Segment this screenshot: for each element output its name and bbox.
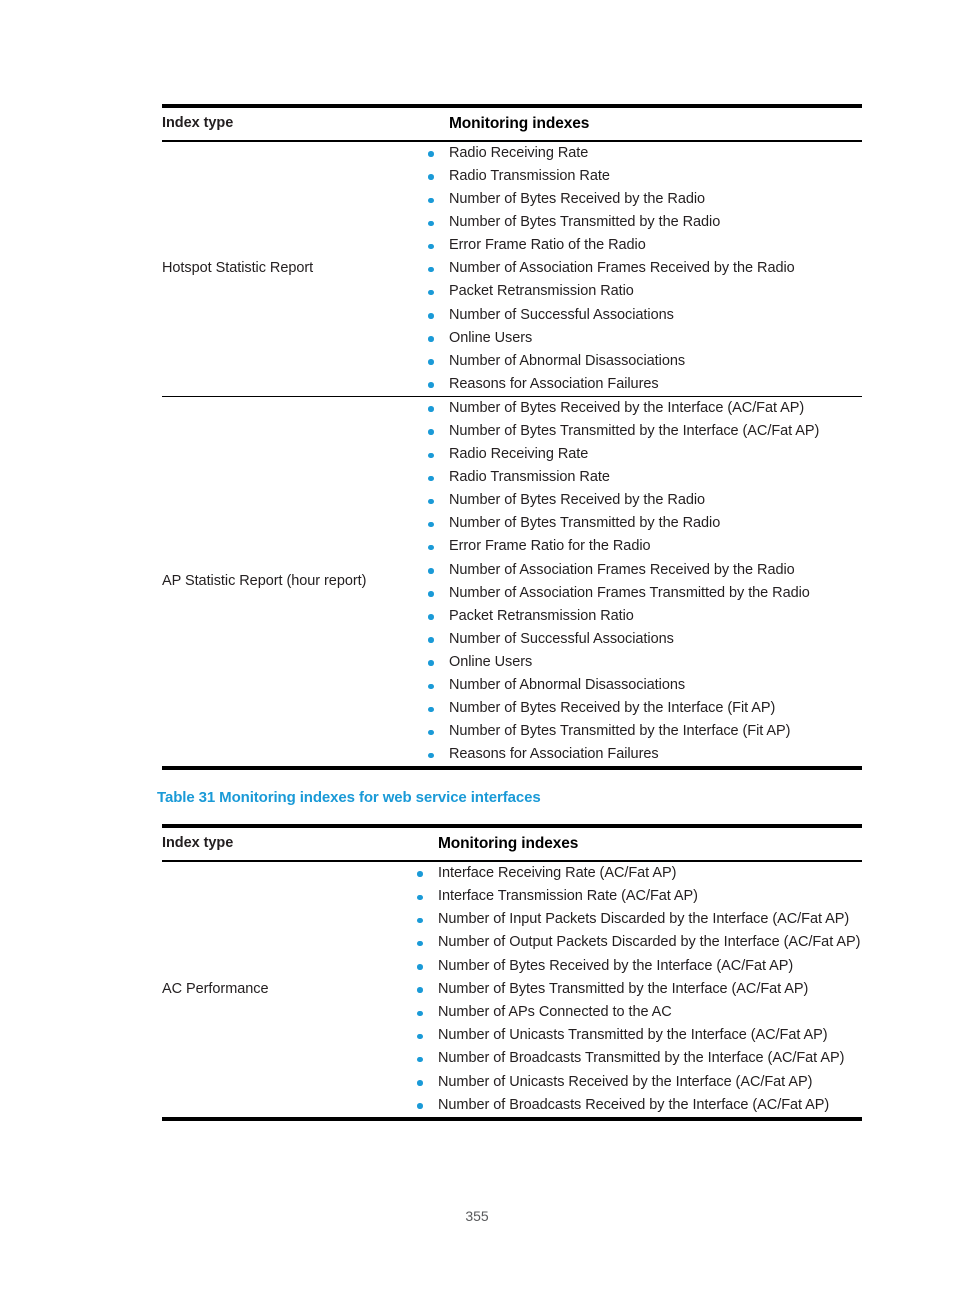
monitoring-index-item: Number of Abnormal Disassociations [410,350,862,373]
table-row: AP Statistic Report (hour report) Number… [162,396,862,769]
monitoring-index-item: Interface Transmission Rate (AC/Fat AP) [410,885,862,908]
monitoring-index-item: Number of Bytes Received by the Radio [410,489,862,512]
monitoring-index-item: Number of Bytes Transmitted by the Radio [410,211,862,234]
monitoring-index-item: Number of Bytes Transmitted by the Inter… [410,720,862,743]
column-header-monitoring-indexes: Monitoring indexes [438,834,579,852]
monitoring-indexes-cell: Radio Receiving Rate Radio Transmission R… [410,141,862,397]
monitoring-index-item: Number of Abnormal Disassociations [410,674,862,697]
index-type-cell: Hotspot Statistic Report [162,260,314,277]
monitoring-index-item: Radio Receiving Rate [410,142,862,165]
monitoring-index-item: Number of Successful Associations [410,628,862,651]
monitoring-index-item: Number of Broadcasts Transmitted by the … [410,1047,862,1070]
column-header-index-type: Index type [162,115,234,131]
monitoring-index-list: Number of Bytes Received by the Interfac… [410,397,862,767]
monitoring-index-item: Number of Bytes Received by the Interfac… [410,397,862,420]
index-type-cell: AC Performance [162,981,269,998]
monitoring-index-item: Interface Receiving Rate (AC/Fat AP) [410,862,862,885]
monitoring-index-item: Reasons for Association Failures [410,743,862,766]
monitoring-index-list: Interface Receiving Rate (AC/Fat AP) Inte… [410,862,862,1117]
monitoring-index-item: Online Users [410,651,862,674]
monitoring-index-item: Number of Bytes Transmitted by the Radio [410,512,862,535]
table-caption: Table 31 Monitoring indexes for web serv… [157,789,541,806]
monitoring-index-item: Reasons for Association Failures [410,373,862,396]
monitoring-index-item: Number of Bytes Transmitted by the Inter… [410,978,862,1001]
monitoring-index-item: Online Users [410,327,862,350]
monitoring-index-item: Number of Output Packets Discarded by th… [410,931,862,954]
monitoring-index-item: Number of Association Frames Received by… [410,257,862,280]
monitoring-index-item: Number of Bytes Transmitted by the Inter… [410,420,862,443]
monitoring-index-item: Number of Unicasts Received by the Inter… [410,1071,862,1094]
monitoring-indexes-cell: Number of Bytes Received by the Interfac… [410,396,862,768]
table-header-row: Index type Monitoring indexes [162,106,862,141]
monitoring-index-item: Radio Receiving Rate [410,443,862,466]
column-header-index-type: Index type [162,835,234,851]
web-service-interfaces-table: Index type Monitoring indexes AC Perform… [162,824,862,1121]
monitoring-index-item: Number of Association Frames Transmitted… [410,582,862,605]
monitoring-index-item: Number of Unicasts Transmitted by the In… [410,1024,862,1047]
table-row: Hotspot Statistic Report Radio Receiving… [162,141,862,397]
monitoring-index-item: Packet Retransmission Ratio [410,280,862,303]
monitoring-index-item: Number of Broadcasts Received by the Int… [410,1094,862,1117]
monitoring-index-item: Radio Transmission Rate [410,165,862,188]
monitoring-indexes-table-continued: Index type Monitoring indexes Hotspot St… [162,104,862,770]
index-type-cell: AP Statistic Report (hour report) [162,573,367,590]
monitoring-index-item: Number of Input Packets Discarded by the… [410,908,862,931]
monitoring-index-item: Radio Transmission Rate [410,466,862,489]
monitoring-index-list: Radio Receiving Rate Radio Transmission R… [410,142,862,396]
monitoring-index-item: Error Frame Ratio of the Radio [410,234,862,257]
monitoring-index-item: Number of Bytes Received by the Interfac… [410,697,862,720]
document-page: Index type Monitoring indexes Hotspot St… [0,0,954,1296]
monitoring-index-item: Error Frame Ratio for the Radio [410,535,862,558]
page-number: 355 [465,1208,489,1224]
monitoring-indexes-cell: Interface Receiving Rate (AC/Fat AP) Inte… [410,861,862,1119]
monitoring-index-item: Packet Retransmission Ratio [410,605,862,628]
table-header-row: Index type Monitoring indexes [162,826,862,861]
monitoring-index-item: Number of Bytes Received by the Interfac… [410,955,862,978]
table-row: AC Performance Interface Receiving Rate … [162,861,862,1120]
monitoring-index-item: Number of Successful Associations [410,304,862,327]
column-header-monitoring-indexes: Monitoring indexes [449,114,590,132]
monitoring-index-item: Number of APs Connected to the AC [410,1001,862,1024]
monitoring-index-item: Number of Association Frames Received by… [410,559,862,582]
monitoring-index-item: Number of Bytes Received by the Radio [410,188,862,211]
